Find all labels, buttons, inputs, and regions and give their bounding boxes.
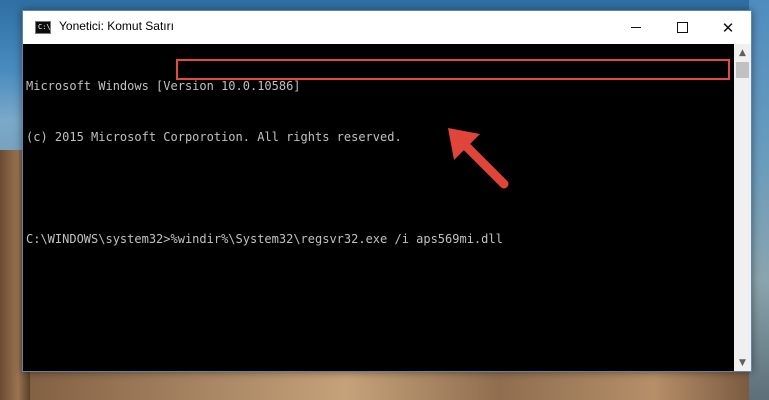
scroll-down-button[interactable]: ▼ [734, 354, 751, 371]
scroll-down-icon: ▼ [739, 357, 746, 368]
close-button[interactable]: ✕ [705, 11, 751, 44]
close-icon: ✕ [721, 18, 735, 37]
prompt-path: C:\WINDOWS\system32> [26, 232, 171, 246]
arrow-shaft [457, 137, 509, 189]
command-line[interactable]: C:\WINDOWS\system32>%windir%\System32\re… [26, 231, 731, 248]
console-line-version: Microsoft Windows [Version 10.0.10586] [26, 79, 301, 93]
command-text[interactable]: %windir%\System32\regsvr32.exe /i aps569… [171, 232, 503, 246]
window-title: Yonetici: Komut Satırı [59, 19, 174, 33]
title-bar[interactable]: C:\_ Yonetici: Komut Satırı ✕ [23, 11, 751, 44]
console-output[interactable]: Microsoft Windows [Version 10.0.10586] (… [23, 44, 734, 371]
vertical-scrollbar[interactable]: ▲ ▼ [734, 44, 751, 371]
console-line-copyright: (c) 2015 Microsoft Corporotion. All righ… [26, 130, 402, 144]
minimize-icon [631, 27, 641, 28]
desktop-rocks [0, 368, 769, 400]
maximize-icon [676, 22, 688, 33]
minimize-button[interactable] [613, 11, 659, 44]
red-arrow-annotation [448, 128, 509, 189]
command-prompt-window[interactable]: C:\_ Yonetici: Komut Satırı ✕ Microsoft … [22, 10, 752, 372]
scroll-thumb[interactable] [736, 62, 749, 78]
scroll-up-button[interactable]: ▲ [734, 44, 751, 61]
maximize-button[interactable] [659, 11, 705, 44]
desktop-sky-edge [749, 0, 769, 400]
scroll-up-icon: ▲ [739, 47, 746, 58]
cmd-app-icon: C:\_ [35, 21, 55, 34]
